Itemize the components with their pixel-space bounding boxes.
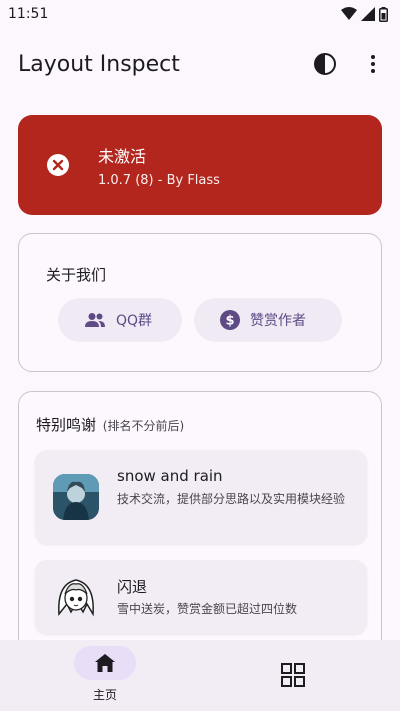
contributor-name: snow and rain bbox=[117, 467, 223, 485]
bottom-navigation: 主页 bbox=[0, 640, 400, 711]
qq-group-label: QQ群 bbox=[116, 313, 153, 329]
dashboard-grid-icon bbox=[281, 663, 305, 687]
group-icon bbox=[85, 313, 105, 327]
more-options-button[interactable] bbox=[360, 51, 386, 77]
contributor-desc: 雪中送炭，赞赏金额已超过四位数 bbox=[117, 602, 298, 616]
home-icon bbox=[95, 654, 115, 672]
activation-status-card[interactable]: 未激活 1.0.7 (8) - By Flass bbox=[18, 115, 382, 215]
qq-group-button[interactable]: QQ群 bbox=[58, 298, 182, 342]
status-time: 11:51 bbox=[8, 6, 49, 22]
thanks-note: (排名不分前后) bbox=[102, 419, 185, 433]
app-title: Layout Inspect bbox=[18, 51, 180, 77]
nav-home-indicator bbox=[74, 646, 136, 680]
status-bar: 11:51 bbox=[0, 0, 400, 28]
thanks-heading: 特别鸣谢 bbox=[36, 416, 97, 434]
thanks-card: 特别鸣谢 (排名不分前后) snow and rain 技术交流，提供部分思路以… bbox=[18, 391, 382, 671]
thanks-title: 特别鸣谢 (排名不分前后) bbox=[36, 414, 184, 435]
nav-home-label: 主页 bbox=[92, 688, 117, 702]
avatar bbox=[53, 474, 99, 520]
contributor-desc: 技术交流，提供部分思路以及实用模块经验 bbox=[117, 492, 346, 506]
wifi-icon bbox=[341, 7, 357, 20]
error-x-icon bbox=[47, 154, 69, 176]
contributor-name: 闪退 bbox=[117, 578, 148, 596]
more-vert-icon bbox=[371, 55, 375, 73]
activation-text: 未激活 1.0.7 (8) - By Flass bbox=[98, 143, 220, 188]
activation-title: 未激活 bbox=[98, 146, 147, 166]
donate-label: 赞赏作者 bbox=[250, 313, 306, 329]
nav-home[interactable]: 主页 bbox=[74, 646, 136, 703]
version-info: 1.0.7 (8) - By Flass bbox=[98, 172, 220, 188]
top-app-bar: Layout Inspect bbox=[0, 40, 400, 88]
svg-text:$: $ bbox=[225, 314, 234, 329]
avatar bbox=[53, 574, 99, 620]
battery-icon bbox=[379, 6, 388, 22]
app-actions bbox=[312, 51, 386, 77]
list-item[interactable]: snow and rain 技术交流，提供部分思路以及实用模块经验 bbox=[35, 450, 367, 544]
signal-icon bbox=[361, 7, 375, 21]
theme-toggle-button[interactable] bbox=[312, 51, 338, 77]
donate-button[interactable]: $ 赞赏作者 bbox=[194, 298, 342, 342]
nav-layout[interactable] bbox=[280, 662, 306, 688]
status-icons bbox=[341, 6, 388, 22]
list-item[interactable]: 闪退 雪中送炭，赞赏金额已超过四位数 bbox=[35, 560, 367, 634]
about-card: 关于我们 QQ群 $ 赞赏作者 bbox=[18, 233, 382, 372]
contrast-icon bbox=[314, 53, 336, 75]
about-title: 关于我们 bbox=[46, 266, 107, 284]
dollar-coin-icon: $ bbox=[220, 310, 240, 330]
